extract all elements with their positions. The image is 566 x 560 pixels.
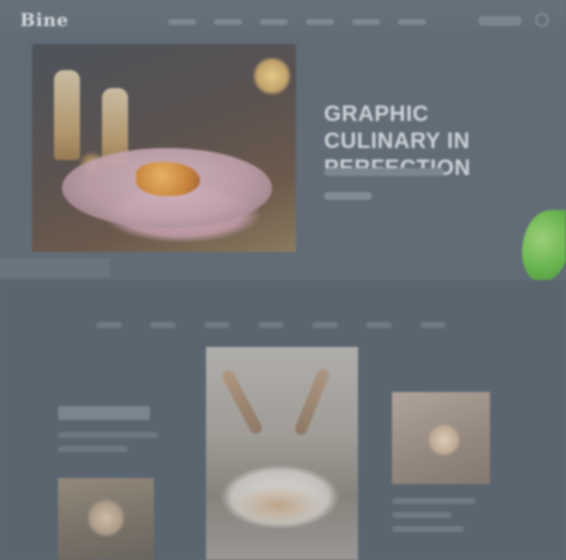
section-nav [96,322,446,328]
nav-item[interactable] [260,19,288,25]
hero-link[interactable] [324,192,372,200]
main-nav [168,17,426,27]
hero-section: GRAPHIC CULINARY IN PERFECTION [0,44,566,280]
section-nav-item[interactable] [420,322,446,328]
card-text-line [58,432,158,438]
caption-line [392,526,464,532]
center-card-image[interactable] [206,347,358,560]
section-nav-item[interactable] [312,322,338,328]
page: Bine GRAPHIC CULINARY IN PERFECTION [0,0,566,560]
nav-item[interactable] [168,19,196,25]
food-image [136,162,200,196]
hero-subtitle [324,168,444,176]
nav-item[interactable] [214,19,242,25]
hero-title: GRAPHIC CULINARY IN PERFECTION [324,101,471,180]
card-text-line [58,446,128,452]
section-nav-item[interactable] [96,322,122,328]
section-nav-item[interactable] [150,322,176,328]
nav-item[interactable] [306,19,334,25]
glass-image [54,70,80,160]
nav-item[interactable] [352,19,380,25]
caption-line [392,512,452,518]
section-nav-item[interactable] [204,322,230,328]
section-nav-item[interactable] [258,322,284,328]
utensil-image [220,368,264,436]
hero-strip [0,258,110,278]
section-nav-item[interactable] [366,322,392,328]
caption-line [392,498,476,504]
circle-icon[interactable] [535,13,549,27]
utensil-image [293,367,331,437]
left-card-image[interactable] [58,478,154,560]
site-logo[interactable]: Bine [16,10,73,32]
right-card-caption [392,498,482,540]
hero-image [32,44,296,252]
header: Bine [0,0,566,44]
right-card-image[interactable] [392,392,490,484]
card-title [58,406,150,420]
nav-item[interactable] [398,19,426,25]
header-link[interactable] [478,16,522,26]
left-card-text [58,406,158,460]
